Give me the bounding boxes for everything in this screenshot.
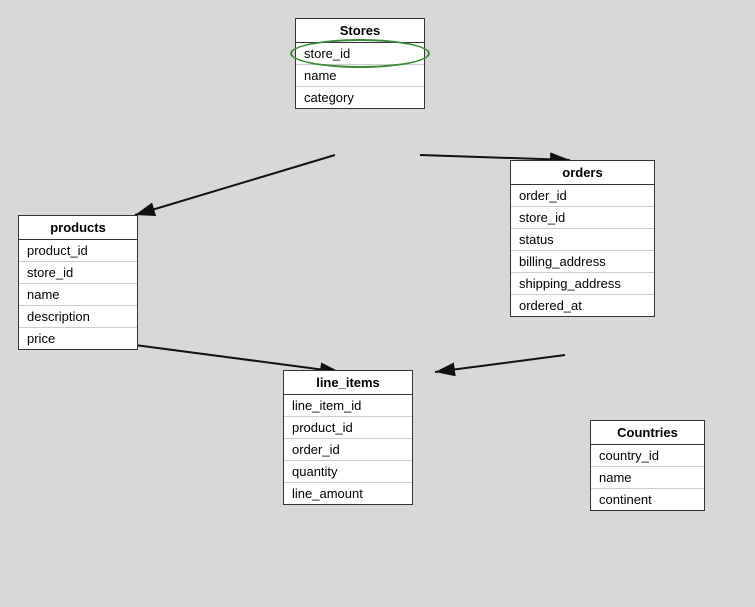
products-field-name: name [19, 284, 137, 306]
line-items-field-order_id: order_id [284, 439, 412, 461]
orders-table: orders order_id store_id status billing_… [510, 160, 655, 317]
orders-field-store_id: store_id [511, 207, 654, 229]
countries-field-continent: continent [591, 489, 704, 510]
countries-field-name: name [591, 467, 704, 489]
countries-field-country_id: country_id [591, 445, 704, 467]
products-field-description: description [19, 306, 137, 328]
stores-pk-row: store_id [296, 43, 424, 65]
stores-field-store_id: store_id [304, 46, 350, 61]
products-field-store_id: store_id [19, 262, 137, 284]
line-items-field-line_amount: line_amount [284, 483, 412, 504]
line-items-field-product_id: product_id [284, 417, 412, 439]
products-table: products product_id store_id name descri… [18, 215, 138, 350]
countries-table: Countries country_id name continent [590, 420, 705, 511]
orders-header: orders [511, 161, 654, 185]
orders-field-order_id: order_id [511, 185, 654, 207]
stores-header: Stores [296, 19, 424, 43]
orders-field-status: status [511, 229, 654, 251]
orders-field-billing_address: billing_address [511, 251, 654, 273]
products-field-product_id: product_id [19, 240, 137, 262]
countries-header: Countries [591, 421, 704, 445]
diagram-container: Stores store_id name category products p… [0, 0, 755, 607]
orders-field-shipping_address: shipping_address [511, 273, 654, 295]
stores-field-name: name [296, 65, 424, 87]
products-field-price: price [19, 328, 137, 349]
orders-field-ordered_at: ordered_at [511, 295, 654, 316]
line-items-field-quantity: quantity [284, 461, 412, 483]
stores-field-category: category [296, 87, 424, 108]
line-items-table: line_items line_item_id product_id order… [283, 370, 413, 505]
products-header: products [19, 216, 137, 240]
stores-table: Stores store_id name category [295, 18, 425, 109]
line-items-field-line_item_id: line_item_id [284, 395, 412, 417]
line-items-header: line_items [284, 371, 412, 395]
